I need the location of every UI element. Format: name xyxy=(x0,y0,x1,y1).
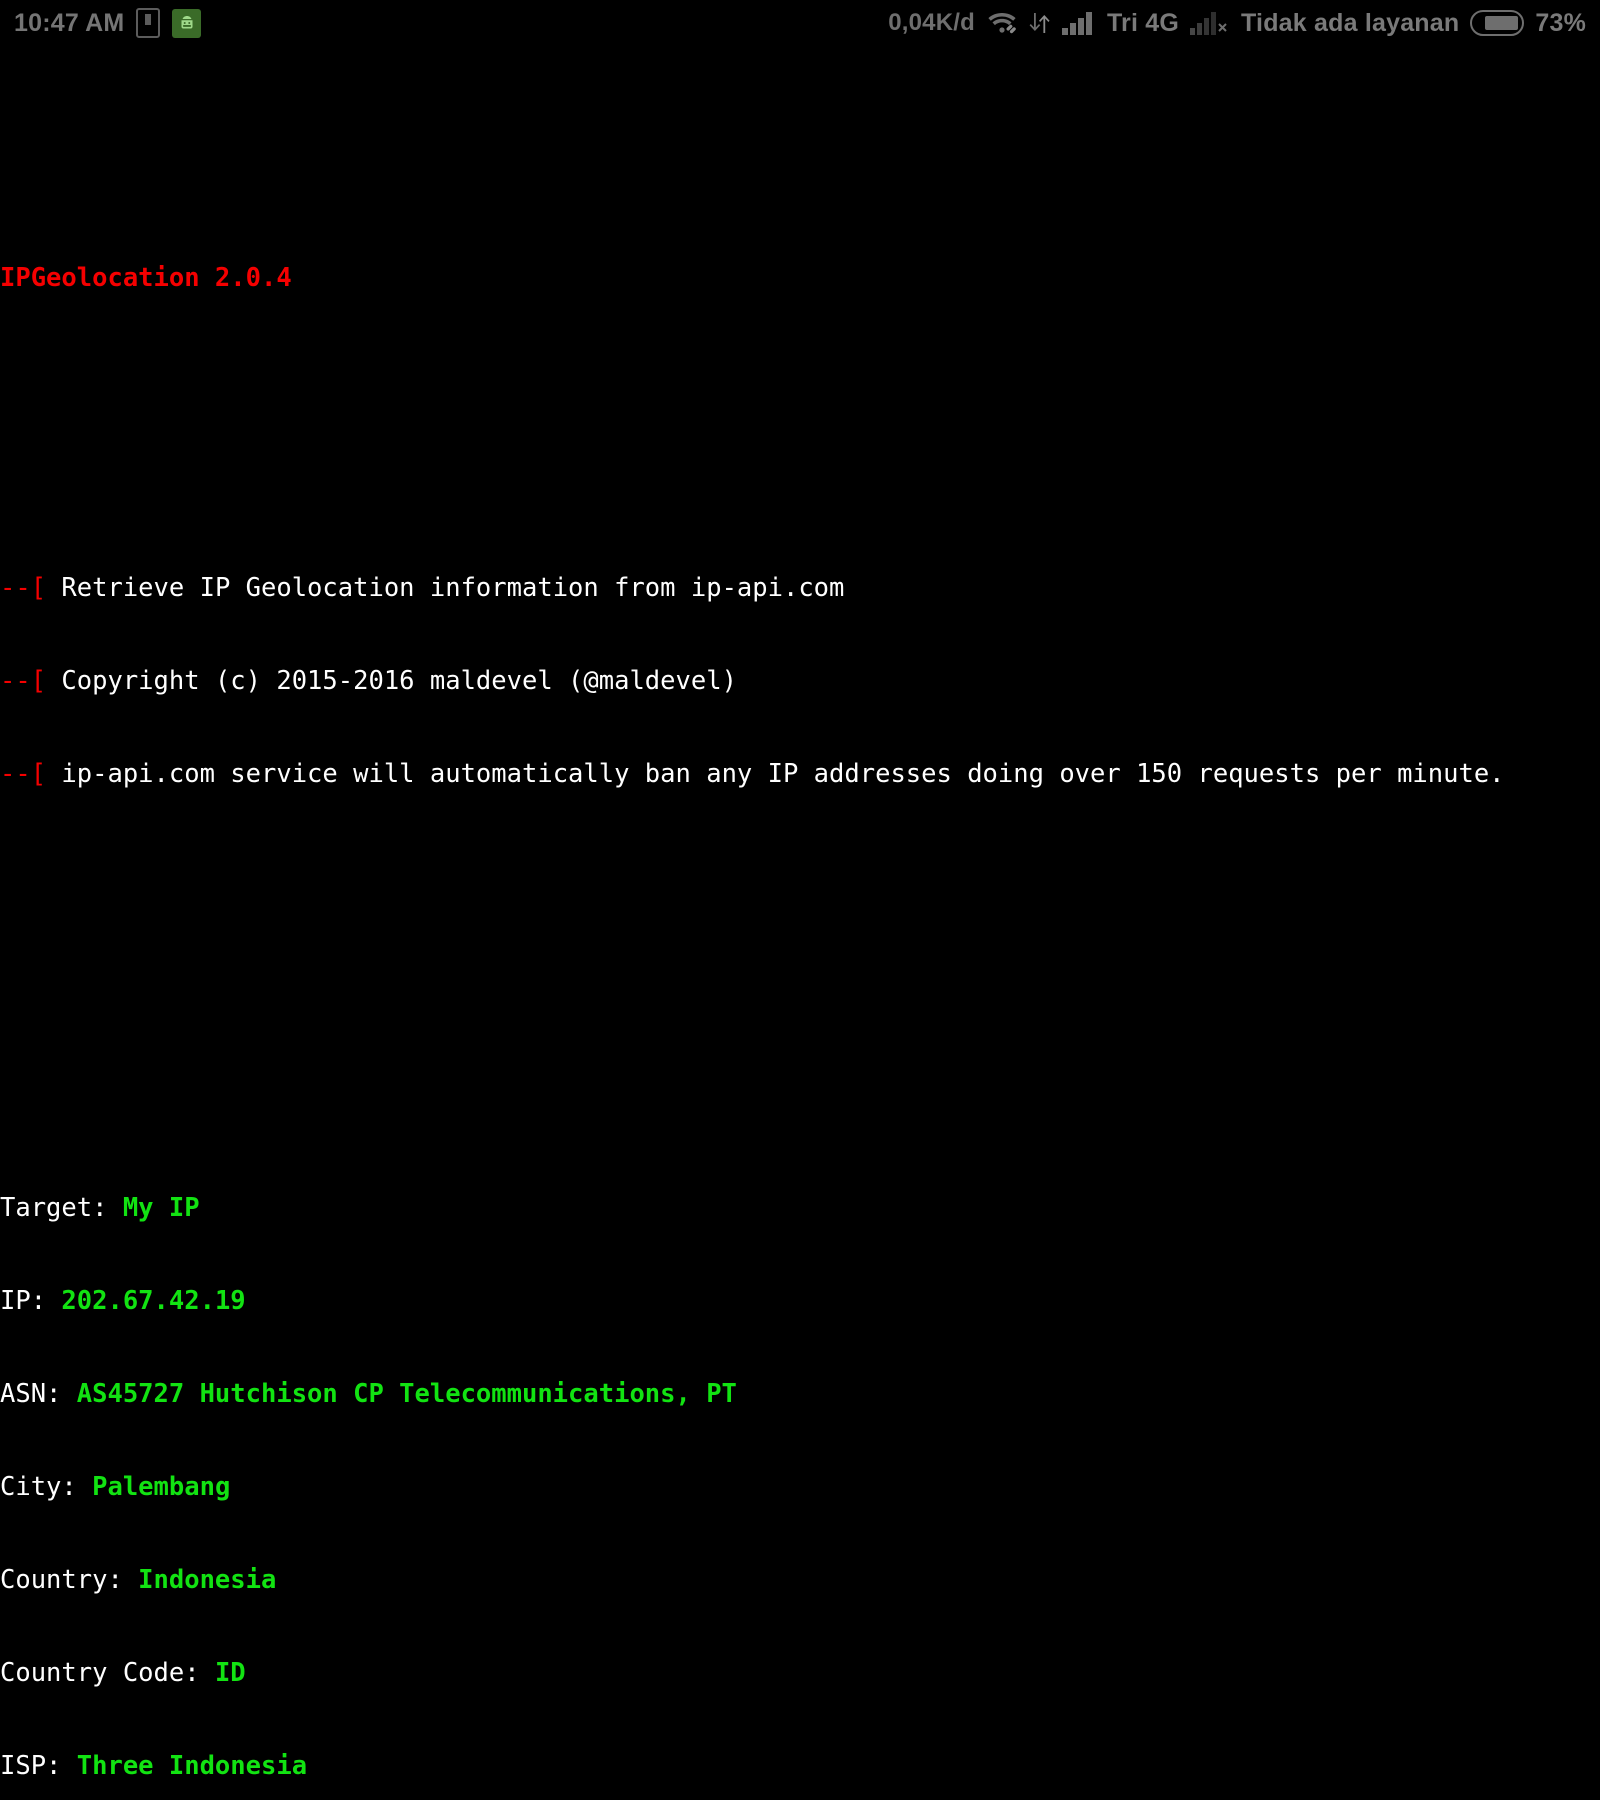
result-value: AS45727 Hutchison CP Telecommunications,… xyxy=(76,1379,737,1409)
banner-prefix: --[ xyxy=(0,666,47,696)
banner-text: ip-api.com service will automatically ba… xyxy=(46,759,1505,789)
results-block: Target: My IP IP: 202.67.42.19 ASN: AS45… xyxy=(0,1131,1600,1800)
banner-line: --[ Copyright (c) 2015-2016 maldevel (@m… xyxy=(0,666,1600,697)
result-row-asn: ASN: AS45727 Hutchison CP Telecommunicat… xyxy=(0,1379,1600,1410)
signal-bars-icon xyxy=(1061,10,1096,36)
no-service-label: Tidak ada layanan xyxy=(1241,8,1460,37)
result-value: Palembang xyxy=(92,1472,231,1502)
wifi-icon xyxy=(986,10,1018,36)
status-bar-left: 10:47 AM xyxy=(14,8,202,38)
battery-fill xyxy=(1484,16,1519,30)
banner-line: --[ Retrieve IP Geolocation information … xyxy=(0,573,1600,604)
battery-percent-label: 73% xyxy=(1535,8,1586,37)
result-label: Country: xyxy=(0,1565,139,1595)
android-status-bar[interactable]: 10:47 AM 0,04K/d Tri 4G Tidak ada layana… xyxy=(0,0,1600,46)
program-title: IPGeolocation 2.0.4 xyxy=(0,263,292,293)
signal-bars-no-service-icon xyxy=(1190,10,1230,36)
result-row-isp: ISP: Three Indonesia xyxy=(0,1751,1600,1782)
spacer-before-results xyxy=(0,945,1600,1038)
banner-prefix: --[ xyxy=(0,759,47,789)
notification-icon xyxy=(136,8,161,38)
result-row-target: Target: My IP xyxy=(0,1193,1600,1224)
banner-text: Copyright (c) 2015-2016 maldevel (@malde… xyxy=(46,666,737,696)
banner-block: --[ Retrieve IP Geolocation information … xyxy=(0,511,1600,852)
result-value: ID xyxy=(214,1658,246,1688)
result-value: Indonesia xyxy=(138,1565,277,1595)
result-row-country-code: Country Code: ID xyxy=(0,1658,1600,1689)
result-row-ip: IP: 202.67.42.19 xyxy=(0,1286,1600,1317)
result-value: Three Indonesia xyxy=(76,1751,308,1781)
status-bar-right: 0,04K/d Tri 4G Tidak ada layanan 73% xyxy=(888,9,1586,38)
result-label: Country Code: xyxy=(0,1658,215,1688)
banner-prefix: --[ xyxy=(0,573,47,603)
result-value: My IP xyxy=(122,1193,200,1223)
battery-icon xyxy=(1470,10,1525,36)
banner-line: --[ ip-api.com service will automaticall… xyxy=(0,759,1600,790)
result-label: City: xyxy=(0,1472,93,1502)
banner-text: Retrieve IP Geolocation information from… xyxy=(46,573,845,603)
spacer-after-title xyxy=(0,387,1600,418)
result-value: 202.67.42.19 xyxy=(61,1286,246,1316)
result-label: ISP: xyxy=(0,1751,77,1781)
status-bar-clock: 10:47 AM xyxy=(14,8,125,37)
android-app-icon xyxy=(172,8,202,38)
result-row-country: Country: Indonesia xyxy=(0,1565,1600,1596)
network-speed-label: 0,04K/d xyxy=(888,9,975,36)
result-label: ASN: xyxy=(0,1379,77,1409)
terminal-output[interactable]: IPGeolocation 2.0.4 --[ Retrieve IP Geol… xyxy=(0,46,1600,1800)
carrier-label: Tri 4G xyxy=(1106,8,1180,37)
spacer-top xyxy=(0,139,1600,170)
result-label: IP: xyxy=(0,1286,62,1316)
data-transfer-arrows-icon xyxy=(1029,10,1051,36)
result-label: Target: xyxy=(0,1193,123,1223)
result-row-city: City: Palembang xyxy=(0,1472,1600,1503)
